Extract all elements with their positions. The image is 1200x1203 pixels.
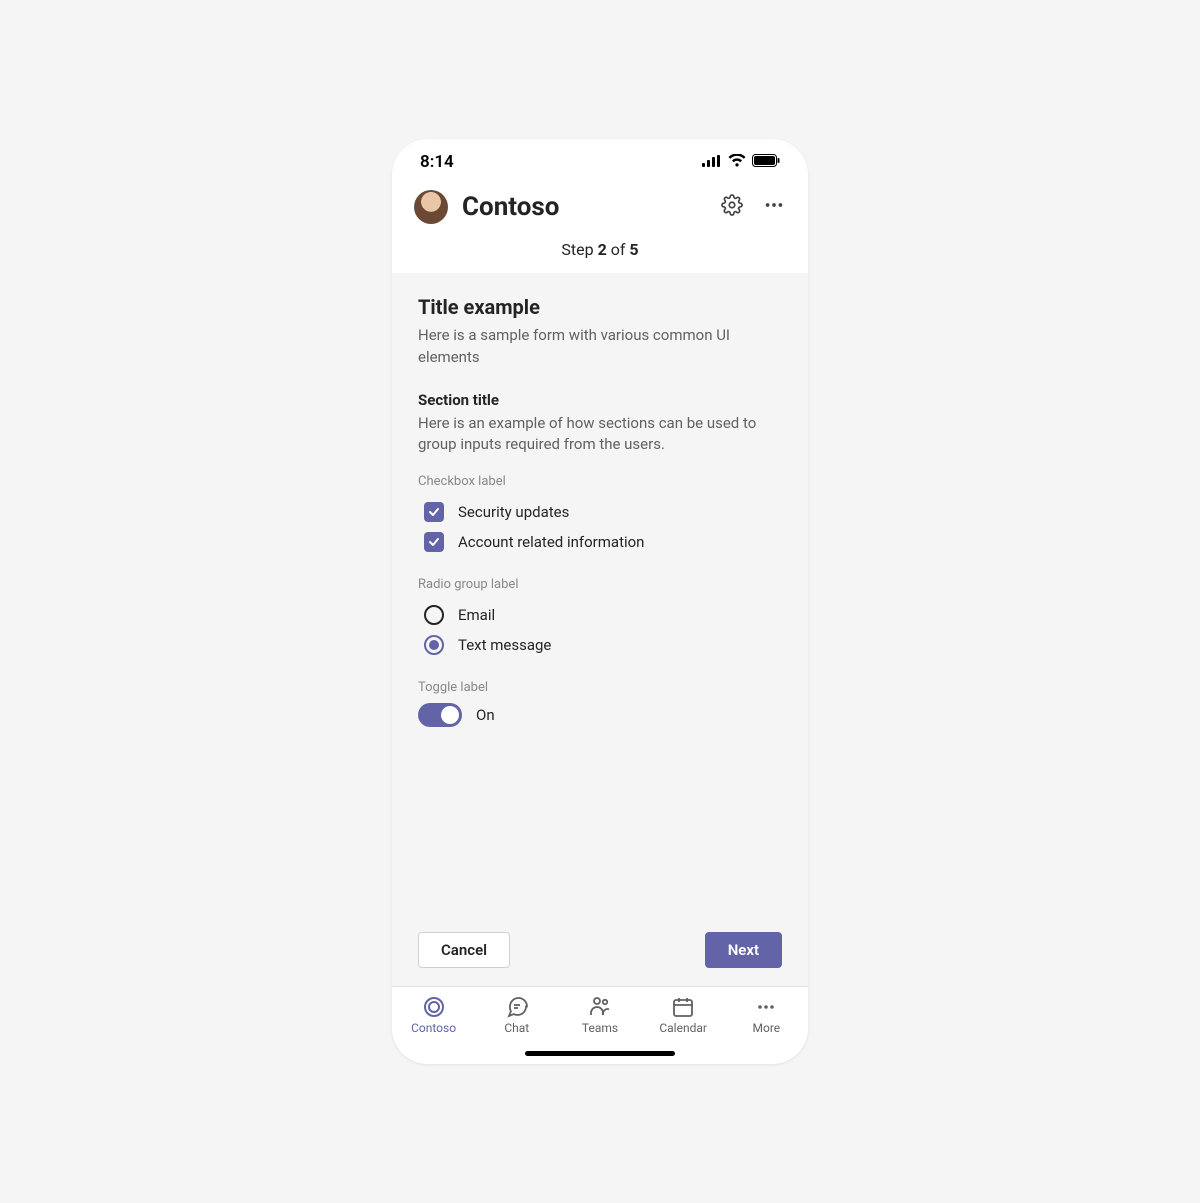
radio-unselected-icon bbox=[424, 605, 444, 625]
chat-icon bbox=[505, 995, 529, 1019]
step-current: 2 bbox=[598, 240, 607, 259]
section-description: Here is an example of how sections can b… bbox=[418, 413, 782, 457]
radio-group-label: Radio group label bbox=[418, 577, 782, 592]
status-time: 8:14 bbox=[420, 152, 454, 172]
content-area: Title example Here is a sample form with… bbox=[392, 273, 808, 932]
checkbox-group-label: Checkbox label bbox=[418, 474, 782, 489]
radio-email[interactable]: Email bbox=[418, 600, 782, 630]
checkbox-account-info[interactable]: Account related information bbox=[418, 527, 782, 557]
toggle-switch[interactable] bbox=[418, 703, 462, 727]
header: Contoso bbox=[392, 184, 808, 236]
cancel-button[interactable]: Cancel bbox=[418, 932, 510, 968]
teams-icon bbox=[588, 995, 612, 1019]
checkbox-label: Account related information bbox=[458, 533, 644, 551]
toggle-group-label: Toggle label bbox=[418, 680, 782, 695]
nav-more[interactable]: More bbox=[731, 995, 801, 1035]
radio-label: Text message bbox=[458, 636, 551, 654]
more-horizontal-icon bbox=[763, 194, 785, 220]
checkbox-checked-icon bbox=[424, 532, 444, 552]
nav-contoso[interactable]: Contoso bbox=[399, 995, 469, 1035]
checkbox-label: Security updates bbox=[458, 503, 569, 521]
status-bar: 8:14 bbox=[392, 139, 808, 184]
nav-label: Teams bbox=[582, 1021, 618, 1035]
nav-label: More bbox=[753, 1021, 781, 1035]
avatar[interactable] bbox=[414, 190, 448, 224]
step-indicator: Step 2 of 5 bbox=[392, 236, 808, 273]
radio-selected-icon bbox=[424, 635, 444, 655]
radio-label: Email bbox=[458, 606, 495, 624]
settings-button[interactable] bbox=[720, 195, 744, 219]
step-total: 5 bbox=[629, 240, 638, 259]
checkbox-checked-icon bbox=[424, 502, 444, 522]
checkbox-security-updates[interactable]: Security updates bbox=[418, 497, 782, 527]
app-title: Contoso bbox=[462, 192, 706, 222]
calendar-icon bbox=[671, 995, 695, 1019]
battery-icon bbox=[752, 152, 780, 172]
nav-label: Calendar bbox=[659, 1021, 707, 1035]
page-title: Title example bbox=[418, 295, 782, 319]
home-indicator[interactable] bbox=[525, 1051, 675, 1056]
radio-group: Radio group label Email Text message bbox=[418, 577, 782, 660]
nav-teams[interactable]: Teams bbox=[565, 995, 635, 1035]
wifi-icon bbox=[728, 152, 746, 172]
toggle-state-label: On bbox=[476, 706, 495, 724]
nav-calendar[interactable]: Calendar bbox=[648, 995, 718, 1035]
cellular-icon bbox=[702, 152, 722, 172]
nav-label: Chat bbox=[504, 1021, 529, 1035]
section-title: Section title bbox=[418, 391, 782, 409]
nav-label: Contoso bbox=[411, 1021, 456, 1035]
radio-text-message[interactable]: Text message bbox=[418, 630, 782, 660]
toggle-thumb bbox=[441, 706, 459, 724]
more-button[interactable] bbox=[762, 195, 786, 219]
button-row: Cancel Next bbox=[392, 932, 808, 986]
toggle-group: Toggle label On bbox=[418, 680, 782, 727]
gear-icon bbox=[721, 194, 743, 220]
checkbox-group: Checkbox label Security updates Account … bbox=[418, 474, 782, 557]
more-horizontal-icon bbox=[754, 995, 778, 1019]
page-description: Here is a sample form with various commo… bbox=[418, 325, 782, 369]
phone-frame: 8:14 Contoso bbox=[392, 139, 808, 1064]
next-button[interactable]: Next bbox=[705, 932, 782, 968]
contoso-icon bbox=[422, 995, 446, 1019]
nav-chat[interactable]: Chat bbox=[482, 995, 552, 1035]
